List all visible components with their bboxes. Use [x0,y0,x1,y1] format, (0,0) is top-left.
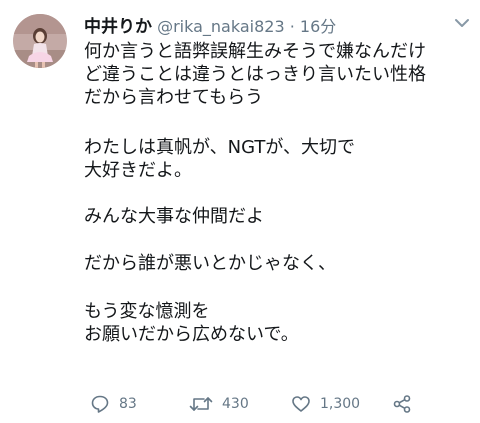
reply-icon [91,395,109,413]
heart-icon [292,396,310,412]
separator-dot: · [289,17,295,36]
avatar-photo [13,14,67,68]
tweet-header: 中井りか @rika_nakai823 · 16分 [84,12,464,37]
avatar[interactable] [13,14,67,68]
tweet-line: お願いだから広めないで。 [84,324,299,345]
chevron-down-icon [455,19,469,27]
display-name[interactable]: 中井りか [84,17,152,37]
tweet-actions: 83 430 1,300 [84,394,464,420]
tweet-line: みんな大事な仲間だよ [84,206,264,227]
tweet-timestamp[interactable]: 16分 [300,17,336,36]
more-menu-button[interactable] [454,14,470,27]
reply-button[interactable]: 83 [90,394,137,414]
like-button[interactable]: 1,300 [291,394,360,414]
retweet-icon [189,397,213,411]
user-handle[interactable]: @rika_nakai823 [157,17,285,36]
reply-count: 83 [119,396,137,412]
retweet-count: 430 [222,396,249,412]
share-button[interactable] [392,394,412,414]
tweet-line: わたしは真帆が、NGTが、大切で [84,137,356,158]
tweet-line: 大好きだよ。 [84,160,192,181]
tweet-line: だから誰が悪いとかじゃなく、 [84,253,336,274]
tweet-text: 何か言うと語弊誤解生みそうで嫌なんだけ ど違うことは違うとはっきり言いたい性格 … [84,40,464,346]
tweet-line: 何か言うと語弊誤解生みそうで嫌なんだけ [84,41,426,62]
like-count: 1,300 [320,396,361,412]
tweet-line: だから言わせてもらう [84,87,264,108]
retweet-button[interactable]: 430 [189,394,249,414]
share-icon [393,395,411,413]
tweet-line: もう変な憶測を [84,301,210,322]
tweet-line: ど違うことは違うとはっきり言いたい性格 [84,64,426,85]
